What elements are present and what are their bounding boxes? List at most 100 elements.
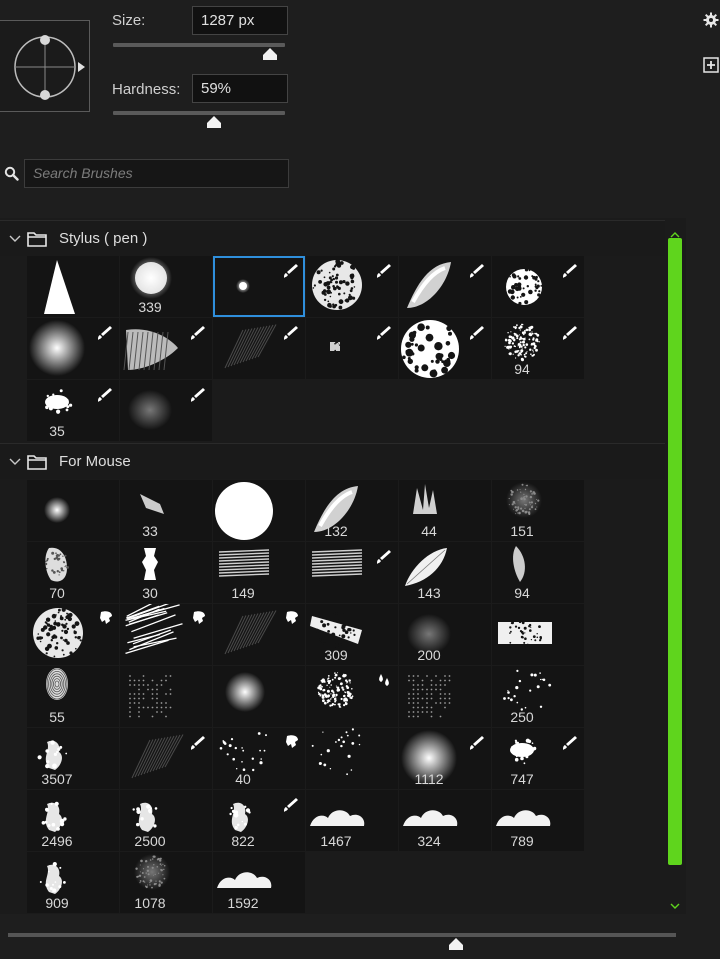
brush-size-label: 1078	[134, 895, 166, 911]
brush-preset[interactable]	[306, 666, 398, 727]
brush-preset[interactable]: 30	[120, 542, 212, 603]
brush-preset[interactable]	[492, 256, 584, 317]
brush-preset[interactable]: 250	[492, 666, 584, 727]
brush-preset[interactable]	[213, 666, 305, 727]
brush-preset[interactable]	[213, 318, 305, 379]
thumbnail-size-slider[interactable]	[8, 933, 676, 937]
brush-preset[interactable]: 1112	[399, 728, 491, 789]
brush-preset[interactable]: 200	[399, 604, 491, 665]
brush-tip-preview	[311, 728, 361, 776]
brush-preset[interactable]	[306, 542, 398, 603]
brush-preset[interactable]: 1467	[306, 790, 398, 851]
brush-size-label: 2500	[134, 833, 166, 849]
brush-size-label: 143	[417, 585, 441, 601]
brush-size-label: 35	[49, 423, 65, 439]
smudge-icon	[190, 610, 206, 629]
search-input[interactable]: Search Brushes	[24, 159, 289, 188]
brush-preset[interactable]: 151	[492, 480, 584, 541]
brush-preset[interactable]	[306, 728, 398, 789]
brush-preset[interactable]: 55	[27, 666, 119, 727]
brush-size-label: 200	[417, 647, 441, 663]
brush-preset[interactable]: 70	[27, 542, 119, 603]
paintbrush-icon	[283, 324, 299, 343]
chevron-down-icon[interactable]	[9, 235, 21, 243]
brush-preset[interactable]: 94	[492, 542, 584, 603]
size-slider[interactable]	[113, 43, 285, 47]
paintbrush-icon	[562, 262, 578, 281]
brush-preset[interactable]: 339	[120, 256, 212, 317]
brush-tip-preview[interactable]	[0, 20, 90, 112]
brush-preset[interactable]: 1078	[120, 852, 212, 913]
brush-preset[interactable]	[27, 604, 119, 665]
brush-preset[interactable]: 822	[213, 790, 305, 851]
add-panel-icon[interactable]	[703, 57, 719, 76]
brush-preset[interactable]	[399, 256, 491, 317]
brush-preset[interactable]	[306, 256, 398, 317]
brush-preset[interactable]	[213, 256, 305, 317]
brush-size-label: 324	[417, 833, 441, 849]
brush-preset[interactable]	[120, 380, 212, 441]
hardness-input[interactable]: 59%	[192, 74, 288, 103]
gear-icon[interactable]	[703, 12, 719, 31]
brush-preset[interactable]	[213, 604, 305, 665]
brush-preset[interactable]: 3507	[27, 728, 119, 789]
paintbrush-icon	[283, 796, 299, 815]
brush-size-label: 309	[324, 647, 348, 663]
brush-size-label: 40	[235, 771, 251, 787]
brush-preset[interactable]: 2496	[27, 790, 119, 851]
brush-preset[interactable]: 1592	[213, 852, 305, 913]
brush-preset[interactable]: 40	[213, 728, 305, 789]
brush-preset[interactable]	[27, 256, 119, 317]
brush-preset[interactable]: 44	[399, 480, 491, 541]
brush-preset[interactable]: 35	[27, 380, 119, 441]
paintbrush-icon	[97, 386, 113, 405]
brush-preset[interactable]	[120, 604, 212, 665]
brush-preset[interactable]: 789	[492, 790, 584, 851]
brush-preset[interactable]	[27, 480, 119, 541]
brush-preset[interactable]: 747	[492, 728, 584, 789]
brush-size-label: 747	[510, 771, 534, 787]
brush-size-label: 149	[231, 585, 255, 601]
chevron-down-icon[interactable]	[9, 458, 21, 466]
brush-preset[interactable]: 2500	[120, 790, 212, 851]
brush-preset[interactable]: 309	[306, 604, 398, 665]
group-header-for-mouse[interactable]: For Mouse	[0, 443, 665, 479]
scroll-down-icon[interactable]	[670, 897, 680, 913]
brush-preset[interactable]	[27, 318, 119, 379]
smudge-icon	[97, 610, 113, 629]
brush-preset[interactable]: 94	[492, 318, 584, 379]
size-input[interactable]: 1287 px	[192, 6, 288, 35]
brush-preset[interactable]	[213, 480, 305, 541]
brush-preset[interactable]	[399, 318, 491, 379]
brush-size-label: 789	[510, 833, 534, 849]
brush-preset[interactable]	[399, 666, 491, 727]
folder-icon	[27, 231, 47, 247]
brush-size-label: 250	[510, 709, 534, 725]
brush-preset[interactable]	[306, 318, 398, 379]
brush-size-label: 94	[514, 361, 530, 377]
brush-size-label: 44	[421, 523, 437, 539]
brush-size-label: 33	[142, 523, 158, 539]
brush-size-label: 909	[45, 895, 69, 911]
scrollbar-thumb[interactable]	[668, 238, 682, 865]
brush-preset[interactable]	[120, 666, 212, 727]
brush-size-label: 822	[231, 833, 255, 849]
brush-preset[interactable]: 324	[399, 790, 491, 851]
group-header-stylus[interactable]: Stylus ( pen )	[0, 220, 665, 256]
paintbrush-icon	[562, 734, 578, 753]
brush-size-label: 1112	[414, 771, 444, 787]
brush-size-label: 1592	[227, 895, 259, 911]
brush-size-label: 1467	[320, 833, 352, 849]
brush-preset[interactable]: 149	[213, 542, 305, 603]
brush-preset[interactable]: 33	[120, 480, 212, 541]
brush-preset[interactable]	[120, 728, 212, 789]
brush-preset[interactable]: 143	[399, 542, 491, 603]
brush-preset[interactable]: 909	[27, 852, 119, 913]
hardness-slider[interactable]	[113, 111, 285, 115]
brush-preset[interactable]	[492, 604, 584, 665]
search-icon	[4, 166, 19, 184]
brush-preset[interactable]	[120, 318, 212, 379]
brush-preset[interactable]: 132	[306, 480, 398, 541]
paintbrush-icon	[562, 324, 578, 343]
paintbrush-icon	[190, 324, 206, 343]
